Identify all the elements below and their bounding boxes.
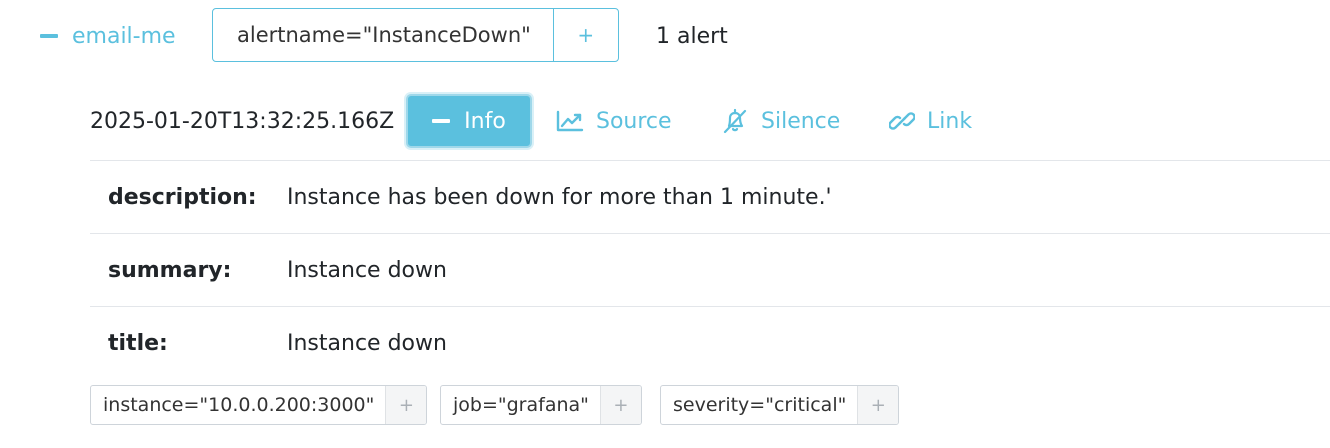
annotation-value-summary: Instance down (287, 257, 447, 283)
annotation-key-description: description: (108, 184, 257, 210)
label-chip-job: job="grafana" + (440, 385, 642, 425)
source-link[interactable]: Source (556, 103, 672, 139)
alert-timestamp: 2025-01-20T13:32:25.166Z (90, 108, 395, 134)
group-filter-add-button[interactable]: + (554, 9, 618, 61)
silence-link-label: Silence (761, 108, 841, 134)
link-link[interactable]: Link (889, 103, 972, 139)
group-filter: alertname="InstanceDown" + (212, 8, 619, 62)
group-collapse-toggle[interactable]: email-me (40, 18, 176, 54)
annotation-key-summary: summary: (108, 257, 232, 283)
group-name: email-me (72, 23, 176, 49)
label-chip-text[interactable]: instance="10.0.0.200:3000" (91, 386, 385, 424)
bell-slash-icon (723, 108, 747, 134)
label-chip-text[interactable]: job="grafana" (441, 386, 600, 424)
label-chip-severity: severity="critical" + (660, 385, 900, 425)
alert-count: 1 alert (656, 23, 728, 49)
annotation-key-title: title: (108, 330, 168, 356)
table-divider (90, 160, 1330, 161)
minus-icon (432, 119, 451, 123)
silence-link[interactable]: Silence (721, 103, 840, 139)
label-chip-instance: instance="10.0.0.200:3000" + (90, 385, 428, 425)
label-chip-add-button[interactable]: + (857, 386, 899, 424)
label-chip-add-button[interactable]: + (599, 386, 641, 424)
info-button[interactable]: Info (406, 94, 532, 148)
link-link-label: Link (927, 108, 973, 134)
label-chip-text[interactable]: severity="critical" (661, 386, 857, 424)
label-chip-add-button[interactable]: + (385, 386, 427, 424)
minus-icon (40, 34, 58, 38)
info-button-label: Info (464, 108, 506, 134)
group-filter-label[interactable]: alertname="InstanceDown" (213, 9, 554, 61)
chart-line-icon (556, 110, 584, 132)
table-divider (90, 306, 1330, 307)
annotation-value-description: Instance has been down for more than 1 m… (287, 184, 832, 210)
link-icon (889, 112, 915, 130)
source-link-label: Source (596, 108, 672, 134)
table-divider (90, 233, 1330, 234)
annotation-value-title: Instance down (287, 330, 447, 356)
